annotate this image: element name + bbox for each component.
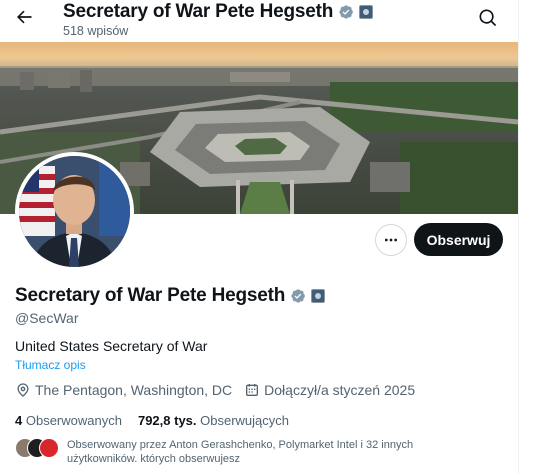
arrow-left-icon <box>17 10 32 24</box>
location-text: The Pentagon, Washington, DC <box>35 382 233 398</box>
government-affiliation-icon[interactable] <box>311 289 326 303</box>
profile-bio: United States Secretary of War <box>15 338 208 354</box>
followers-count: 792,8 tys. <box>137 413 197 428</box>
followers-link[interactable]: 792,8 tys. Obserwujących <box>138 413 289 428</box>
avatar <box>39 438 59 458</box>
profile-avatar[interactable] <box>15 152 134 271</box>
search-button[interactable] <box>476 6 500 30</box>
profile-stats: 4 Obserwowanych 792,8 tys. Obserwujących <box>15 413 289 428</box>
profile-meta: The Pentagon, Washington, DC Dołączył/a … <box>15 382 415 398</box>
follow-button[interactable]: Obserwuj <box>414 223 503 256</box>
translate-bio-link[interactable]: Tłumacz opis <box>15 358 86 372</box>
followers-label: Obserwujących <box>200 413 290 428</box>
post-count: 518 wpisów <box>63 24 129 38</box>
following-label: Obserwowanych <box>25 413 122 428</box>
header-title-block: Secretary of War Pete Hegseth 518 wpisów <box>63 1 374 38</box>
back-button[interactable] <box>12 5 36 29</box>
followed-by-text: Obserwowany przez Anton Gerashchenko, Po… <box>67 439 414 465</box>
profile-joined: Dołączył/a styczeń 2025 <box>244 382 415 398</box>
search-icon <box>479 9 497 27</box>
following-link[interactable]: 4 Obserwowanych <box>15 413 122 428</box>
government-affiliation-icon[interactable] <box>359 5 374 19</box>
followed-by-avatars <box>15 438 59 458</box>
location-pin-icon <box>17 383 29 397</box>
more-icon <box>385 238 397 242</box>
avatar-image <box>19 156 130 267</box>
profile-name: Secretary of War Pete Hegseth <box>15 285 286 306</box>
top-bar: Secretary of War Pete Hegseth 518 wpisów <box>0 0 518 42</box>
profile-location: The Pentagon, Washington, DC <box>15 382 232 398</box>
followed-by-row[interactable]: Obserwowany przez Anton Gerashchenko, Po… <box>15 438 467 466</box>
following-count: 4 <box>15 413 23 428</box>
verified-badge-icon[interactable] <box>338 4 354 20</box>
header-name: Secretary of War Pete Hegseth <box>63 1 334 22</box>
joined-text: Dołączył/a styczeń 2025 <box>264 382 416 398</box>
profile-handle: @SecWar <box>15 310 79 326</box>
calendar-icon <box>246 384 259 396</box>
scrollbar[interactable] <box>518 0 536 474</box>
verified-badge-icon[interactable] <box>290 288 306 304</box>
more-options-button[interactable] <box>375 224 407 256</box>
profile-name-row: Secretary of War Pete Hegseth <box>15 285 326 307</box>
